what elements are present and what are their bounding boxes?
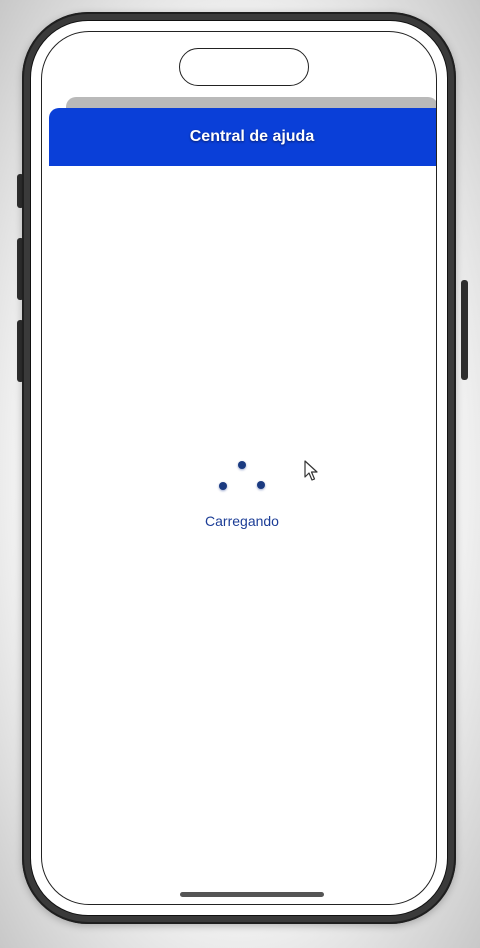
dynamic-island	[179, 48, 309, 86]
home-indicator[interactable]	[180, 892, 324, 897]
phone-bezel: Central de ajuda Carregando	[30, 20, 448, 916]
power-button	[461, 280, 468, 380]
loading-label: Carregando	[205, 513, 279, 529]
help-center-header: Central de ajuda	[49, 108, 436, 166]
device-stage: Central de ajuda Carregando	[0, 0, 480, 948]
phone-frame: Central de ajuda Carregando	[22, 12, 456, 924]
app-screen: Central de ajuda Carregando	[41, 31, 437, 905]
loader-dot	[257, 481, 265, 489]
loader-dot	[219, 482, 227, 490]
mouse-pointer-icon	[304, 460, 318, 481]
page-title: Central de ajuda	[189, 128, 315, 145]
loader-dot	[238, 461, 246, 469]
